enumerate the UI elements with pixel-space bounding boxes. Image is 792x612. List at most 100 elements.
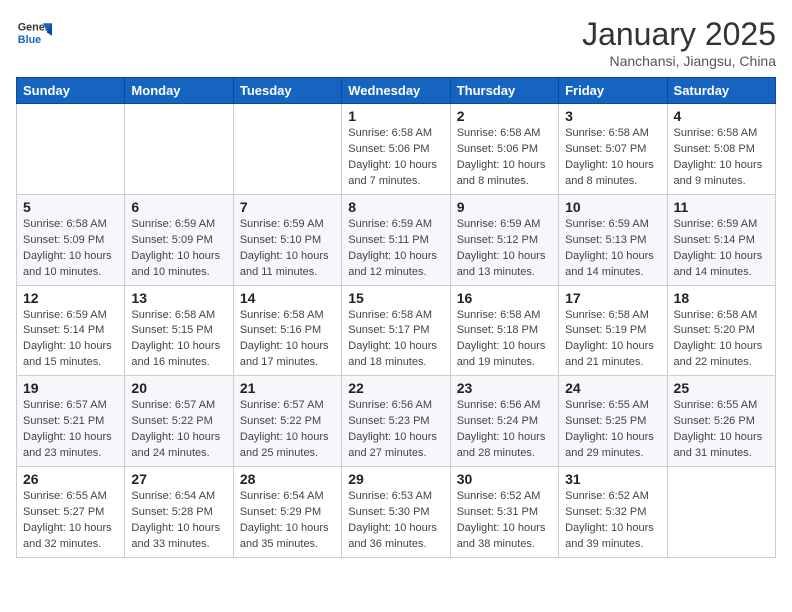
day-info: Sunrise: 6:57 AM Sunset: 5:22 PM Dayligh…: [131, 398, 226, 462]
calendar-cell: 15Sunrise: 6:58 AM Sunset: 5:17 PM Dayli…: [342, 285, 450, 376]
day-number: 5: [23, 199, 118, 215]
month-title: January 2025: [582, 16, 776, 53]
day-info: Sunrise: 6:54 AM Sunset: 5:29 PM Dayligh…: [240, 489, 335, 553]
day-number: 14: [240, 290, 335, 306]
svg-text:Blue: Blue: [18, 34, 41, 46]
calendar-cell: [125, 104, 233, 195]
calendar-cell: 14Sunrise: 6:58 AM Sunset: 5:16 PM Dayli…: [233, 285, 341, 376]
calendar-cell: 10 Sunrise: 6:59 AM Sunset: 5:13 PM Dayli…: [559, 194, 667, 285]
title-block: January 2025 Nanchansi, Jiangsu, China: [582, 16, 776, 69]
week-row-5: 26 Sunrise: 6:55 AM Sunset: 5:27 PM Dayli…: [17, 467, 776, 558]
day-info: Sunrise: 6:58 AM Sunset: 5:19 PM Dayligh…: [565, 308, 660, 372]
calendar-cell: 3 Sunrise: 6:58 AM Sunset: 5:07 PM Daylig…: [559, 104, 667, 195]
day-info: Sunrise: 6:58 AM Sunset: 5:09 PM Dayligh…: [23, 217, 118, 281]
day-number: 20: [131, 380, 226, 396]
calendar-cell: 9 Sunrise: 6:59 AM Sunset: 5:12 PM Daylig…: [450, 194, 558, 285]
day-number: 3: [565, 108, 660, 124]
weekday-saturday: Saturday: [667, 78, 775, 104]
calendar-cell: 20 Sunrise: 6:57 AM Sunset: 5:22 PM Dayli…: [125, 376, 233, 467]
day-number: 12: [23, 290, 118, 306]
day-info: Sunrise: 6:58 AM Sunset: 5:17 PM Dayligh…: [348, 308, 443, 372]
day-number: 6: [131, 199, 226, 215]
day-number: 30: [457, 471, 552, 487]
calendar-cell: 28 Sunrise: 6:54 AM Sunset: 5:29 PM Dayli…: [233, 467, 341, 558]
day-info: Sunrise: 6:52 AM Sunset: 5:32 PM Dayligh…: [565, 489, 660, 553]
calendar-cell: 16 Sunrise: 6:58 AM Sunset: 5:18 PM Dayli…: [450, 285, 558, 376]
calendar-cell: 2 Sunrise: 6:58 AM Sunset: 5:06 PM Daylig…: [450, 104, 558, 195]
day-number: 7: [240, 199, 335, 215]
day-number: 29: [348, 471, 443, 487]
day-number: 11: [674, 199, 769, 215]
day-number: 13: [131, 290, 226, 306]
calendar-cell: 29 Sunrise: 6:53 AM Sunset: 5:30 PM Dayli…: [342, 467, 450, 558]
day-info: Sunrise: 6:58 AM Sunset: 5:06 PM Dayligh…: [457, 126, 552, 190]
day-number: 28: [240, 471, 335, 487]
day-info: Sunrise: 6:55 AM Sunset: 5:27 PM Dayligh…: [23, 489, 118, 553]
day-number: 22: [348, 380, 443, 396]
day-number: 9: [457, 199, 552, 215]
day-number: 8: [348, 199, 443, 215]
day-number: 31: [565, 471, 660, 487]
day-info: Sunrise: 6:56 AM Sunset: 5:23 PM Dayligh…: [348, 398, 443, 462]
calendar-cell: 6 Sunrise: 6:59 AM Sunset: 5:09 PM Daylig…: [125, 194, 233, 285]
logo: General Blue: [16, 16, 52, 52]
weekday-thursday: Thursday: [450, 78, 558, 104]
day-info: Sunrise: 6:57 AM Sunset: 5:22 PM Dayligh…: [240, 398, 335, 462]
day-number: 23: [457, 380, 552, 396]
day-info: Sunrise: 6:58 AM Sunset: 5:07 PM Dayligh…: [565, 126, 660, 190]
day-number: 27: [131, 471, 226, 487]
day-info: Sunrise: 6:58 AM Sunset: 5:18 PM Dayligh…: [457, 308, 552, 372]
day-number: 19: [23, 380, 118, 396]
calendar-cell: 27 Sunrise: 6:54 AM Sunset: 5:28 PM Dayli…: [125, 467, 233, 558]
calendar-cell: 8 Sunrise: 6:59 AM Sunset: 5:11 PM Daylig…: [342, 194, 450, 285]
calendar-cell: 7 Sunrise: 6:59 AM Sunset: 5:10 PM Daylig…: [233, 194, 341, 285]
calendar-cell: 22 Sunrise: 6:56 AM Sunset: 5:23 PM Dayli…: [342, 376, 450, 467]
calendar-cell: [667, 467, 775, 558]
day-number: 1: [348, 108, 443, 124]
day-info: Sunrise: 6:59 AM Sunset: 5:11 PM Dayligh…: [348, 217, 443, 281]
day-info: Sunrise: 6:54 AM Sunset: 5:28 PM Dayligh…: [131, 489, 226, 553]
day-info: Sunrise: 6:59 AM Sunset: 5:10 PM Dayligh…: [240, 217, 335, 281]
day-number: 24: [565, 380, 660, 396]
weekday-monday: Monday: [125, 78, 233, 104]
calendar-cell: 24Sunrise: 6:55 AM Sunset: 5:25 PM Dayli…: [559, 376, 667, 467]
day-number: 21: [240, 380, 335, 396]
calendar-cell: 18 Sunrise: 6:58 AM Sunset: 5:20 PM Dayli…: [667, 285, 775, 376]
calendar-cell: 12Sunrise: 6:59 AM Sunset: 5:14 PM Dayli…: [17, 285, 125, 376]
day-number: 2: [457, 108, 552, 124]
day-info: Sunrise: 6:58 AM Sunset: 5:20 PM Dayligh…: [674, 308, 769, 372]
day-info: Sunrise: 6:58 AM Sunset: 5:08 PM Dayligh…: [674, 126, 769, 190]
calendar-cell: [17, 104, 125, 195]
day-info: Sunrise: 6:59 AM Sunset: 5:09 PM Dayligh…: [131, 217, 226, 281]
calendar-cell: 26 Sunrise: 6:55 AM Sunset: 5:27 PM Dayli…: [17, 467, 125, 558]
logo-icon: General Blue: [16, 16, 52, 52]
calendar-cell: [233, 104, 341, 195]
day-info: Sunrise: 6:52 AM Sunset: 5:31 PM Dayligh…: [457, 489, 552, 553]
calendar-cell: 11 Sunrise: 6:59 AM Sunset: 5:14 PM Dayli…: [667, 194, 775, 285]
day-info: Sunrise: 6:59 AM Sunset: 5:14 PM Dayligh…: [674, 217, 769, 281]
calendar-cell: 19Sunrise: 6:57 AM Sunset: 5:21 PM Dayli…: [17, 376, 125, 467]
calendar-cell: 13 Sunrise: 6:58 AM Sunset: 5:15 PM Dayli…: [125, 285, 233, 376]
day-number: 4: [674, 108, 769, 124]
day-info: Sunrise: 6:58 AM Sunset: 5:06 PM Dayligh…: [348, 126, 443, 190]
day-info: Sunrise: 6:59 AM Sunset: 5:13 PM Dayligh…: [565, 217, 660, 281]
day-info: Sunrise: 6:53 AM Sunset: 5:30 PM Dayligh…: [348, 489, 443, 553]
week-row-2: 5 Sunrise: 6:58 AM Sunset: 5:09 PM Daylig…: [17, 194, 776, 285]
day-number: 26: [23, 471, 118, 487]
week-row-4: 19Sunrise: 6:57 AM Sunset: 5:21 PM Dayli…: [17, 376, 776, 467]
calendar-cell: 5 Sunrise: 6:58 AM Sunset: 5:09 PM Daylig…: [17, 194, 125, 285]
calendar-cell: 1 Sunrise: 6:58 AM Sunset: 5:06 PM Daylig…: [342, 104, 450, 195]
weekday-sunday: Sunday: [17, 78, 125, 104]
week-row-1: 1 Sunrise: 6:58 AM Sunset: 5:06 PM Daylig…: [17, 104, 776, 195]
weekday-wednesday: Wednesday: [342, 78, 450, 104]
day-number: 25: [674, 380, 769, 396]
day-number: 10: [565, 199, 660, 215]
day-info: Sunrise: 6:55 AM Sunset: 5:26 PM Dayligh…: [674, 398, 769, 462]
day-number: 16: [457, 290, 552, 306]
calendar-cell: 17Sunrise: 6:58 AM Sunset: 5:19 PM Dayli…: [559, 285, 667, 376]
weekday-friday: Friday: [559, 78, 667, 104]
day-info: Sunrise: 6:58 AM Sunset: 5:15 PM Dayligh…: [131, 308, 226, 372]
day-number: 18: [674, 290, 769, 306]
calendar-cell: 23Sunrise: 6:56 AM Sunset: 5:24 PM Dayli…: [450, 376, 558, 467]
day-info: Sunrise: 6:59 AM Sunset: 5:12 PM Dayligh…: [457, 217, 552, 281]
